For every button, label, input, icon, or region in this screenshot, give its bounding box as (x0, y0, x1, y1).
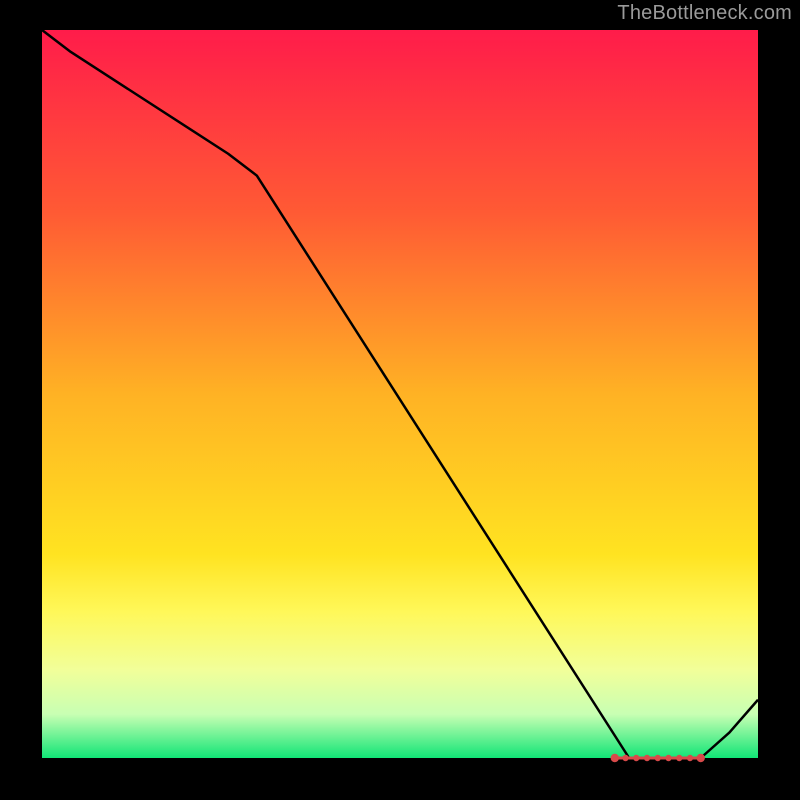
marker-dot (665, 755, 671, 761)
marker-dot (676, 755, 682, 761)
marker-dot (611, 754, 619, 762)
attribution-text: TheBottleneck.com (617, 2, 792, 25)
marker-dot (622, 755, 628, 761)
chart-container: TheBottleneck.com (0, 0, 800, 800)
marker-dot (644, 755, 650, 761)
marker-dot (687, 755, 693, 761)
chart-svg (0, 0, 800, 800)
marker-region (611, 754, 705, 762)
marker-dot (633, 755, 639, 761)
marker-dot (655, 755, 661, 761)
plot-background (42, 30, 758, 758)
marker-dot (697, 754, 705, 762)
